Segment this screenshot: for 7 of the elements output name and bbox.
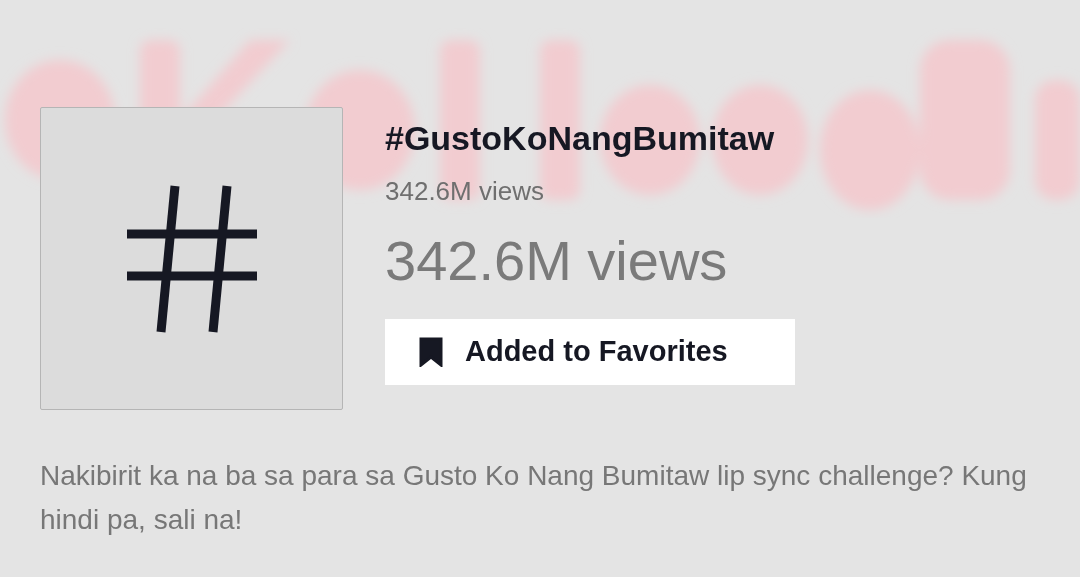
hashtag-description: Nakibirit ka na ba sa para sa Gusto Ko Nang Bumitaw lip sync challenge? Kung hindi pa, sali na! (40, 459, 1028, 537)
bookmark-icon (419, 336, 443, 367)
hashtag-title: #GustoKoNangBumitaw (385, 118, 776, 159)
favorites-button[interactable]: Added to Favorites (385, 318, 795, 385)
view-count: 342.6M views (385, 174, 545, 208)
view-count-large: 342.6M views (385, 232, 729, 289)
hashtag-icon (126, 183, 257, 334)
